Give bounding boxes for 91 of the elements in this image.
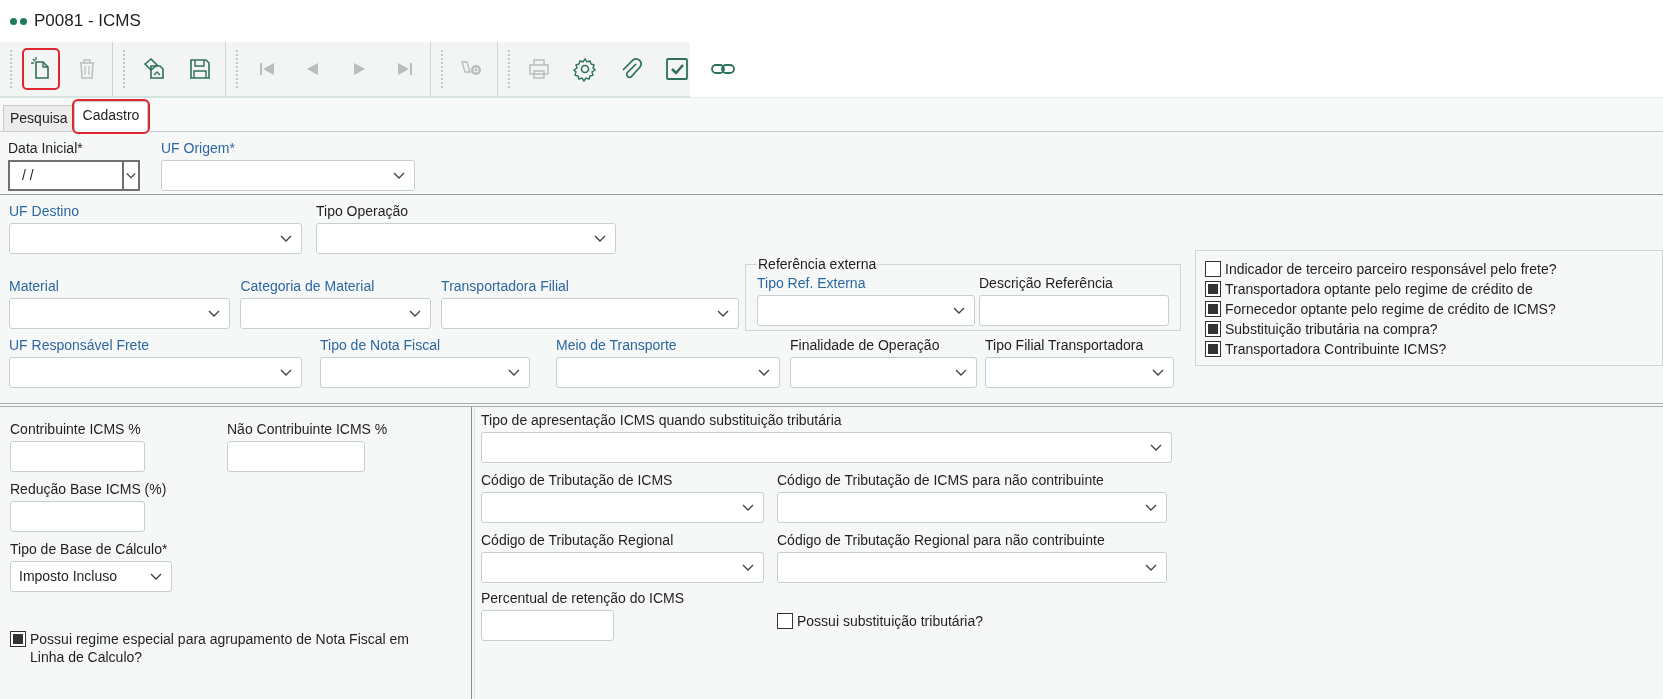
checkbox[interactable]	[1205, 321, 1221, 337]
input-field[interactable]	[481, 610, 614, 641]
dropdown[interactable]	[316, 223, 616, 254]
chevron-down-icon	[208, 309, 221, 318]
field-label: Tipo Operação	[316, 203, 409, 220]
dropdown[interactable]	[985, 357, 1174, 388]
field-label: Código de Tributação de ICMS para não contribuinte	[777, 472, 1104, 489]
group-title: Referência externa	[757, 255, 878, 274]
chevron-down-icon	[955, 368, 967, 377]
chevron-down-icon	[1145, 503, 1157, 512]
chevron-down-icon	[126, 171, 136, 180]
save-icon	[187, 56, 213, 82]
dropdown[interactable]	[320, 357, 530, 388]
chevron-down-icon	[280, 368, 292, 377]
dropdown[interactable]	[9, 357, 302, 388]
chevron-down-icon	[742, 503, 754, 512]
field-label: UF Responsável Frete	[9, 337, 150, 354]
input-field[interactable]	[10, 441, 145, 472]
date-field[interactable]: / /	[8, 160, 140, 191]
field-label: Código de Tributação de ICMS	[481, 472, 673, 489]
dropdown[interactable]	[161, 160, 415, 191]
field-label: Tipo de Base de Cálculo*	[10, 541, 168, 558]
chevron-down-icon	[594, 234, 606, 243]
field-label: Data Inicial*	[8, 140, 83, 157]
settings-icon	[572, 56, 598, 82]
dropdown[interactable]	[481, 492, 764, 523]
field-label: Meio de Transporte	[556, 337, 677, 354]
dropdown[interactable]	[777, 492, 1167, 523]
dropdown[interactable]	[441, 298, 739, 329]
input-field[interactable]	[10, 501, 145, 532]
checkbox-icon	[664, 56, 690, 82]
field-label: Código de Tributação Regional	[481, 532, 674, 549]
field-label: Tipo de Nota Fiscal	[320, 337, 441, 354]
window-title: P0081 - ICMS	[34, 10, 141, 33]
chevron-down-icon	[742, 563, 754, 572]
field-label: Não Contribuinte ICMS %	[227, 421, 388, 438]
field-label: Transportadora Filial	[441, 278, 569, 295]
input-field[interactable]	[979, 295, 1169, 326]
checkbox[interactable]	[1205, 341, 1221, 357]
field-label: Redução Base ICMS (%)	[10, 481, 167, 498]
field-label: Tipo Ref. Externa	[757, 275, 866, 292]
checkbox[interactable]	[777, 612, 793, 629]
field-label: Contribuinte ICMS %	[10, 421, 141, 438]
dropdown[interactable]: Imposto Incluso	[10, 561, 172, 592]
checkbox-label: Transportadora optante pelo regime de crédito de	[1225, 280, 1533, 298]
checkbox[interactable]	[1205, 261, 1221, 277]
checkbox[interactable]	[1205, 281, 1221, 297]
checkbox-label: Indicador de terceiro parceiro responsável pelo frete?	[1225, 260, 1557, 278]
checkbox-label: Fornecedor optante pelo regime de crédito de ICMS?	[1225, 300, 1556, 318]
chevron-down-icon	[717, 309, 729, 318]
field-label: Descrição Referência	[979, 275, 1113, 292]
checkbox-label: Possui regime especial para agrupamento de Nota Fiscal em Linha de Calculo?	[30, 630, 410, 666]
field-label: Tipo Filial Transportadora	[985, 337, 1144, 354]
checkbox[interactable]	[10, 631, 26, 647]
dropdown[interactable]	[481, 432, 1172, 463]
field-label: Material	[9, 278, 59, 295]
chevron-down-icon	[758, 368, 770, 377]
chevron-down-icon	[409, 309, 422, 318]
chevron-down-icon	[150, 572, 162, 581]
field-label: Código de Tributação Regional para não contribuinte	[777, 532, 1105, 549]
field-label: UF Origem*	[161, 140, 235, 157]
chevron-down-icon	[1145, 563, 1157, 572]
chevron-down-icon	[508, 368, 520, 377]
field-label: Percentual de retenção do ICMS	[481, 590, 685, 607]
dropdown[interactable]	[790, 357, 977, 388]
field-label: Categoria de Material	[240, 278, 375, 295]
dropdown[interactable]	[240, 298, 432, 329]
dropdown[interactable]	[9, 223, 302, 254]
field-label: Finalidade de Operação	[790, 337, 940, 354]
documents-icon	[141, 56, 167, 82]
input-field[interactable]	[227, 441, 365, 472]
chevron-down-icon	[1150, 443, 1162, 452]
chevron-down-icon	[280, 234, 292, 243]
field-label: UF Destino	[9, 203, 80, 220]
checkbox[interactable]	[1205, 301, 1221, 317]
checkbox-label: Substituição tributária na compra?	[1225, 320, 1438, 338]
chevron-down-icon	[393, 171, 405, 180]
dropdown[interactable]	[757, 295, 975, 326]
chevron-down-icon	[1152, 368, 1164, 377]
dropdown[interactable]	[481, 552, 764, 583]
tab[interactable]: Pesquisa	[3, 105, 74, 131]
new-button[interactable]	[22, 48, 60, 90]
field-label: Tipo de apresentação ICMS quando substituição tributária	[481, 412, 842, 429]
tab[interactable]: Cadastro	[73, 101, 149, 132]
checkbox-label: Possui substituição tributária?	[797, 611, 983, 630]
dropdown[interactable]	[9, 298, 231, 329]
dropdown[interactable]	[556, 357, 780, 388]
checkbox-label: Transportadora Contribuinte ICMS?	[1225, 340, 1447, 358]
chevron-down-icon	[953, 306, 965, 315]
printer-icon	[526, 56, 552, 82]
dropdown[interactable]	[777, 552, 1167, 583]
